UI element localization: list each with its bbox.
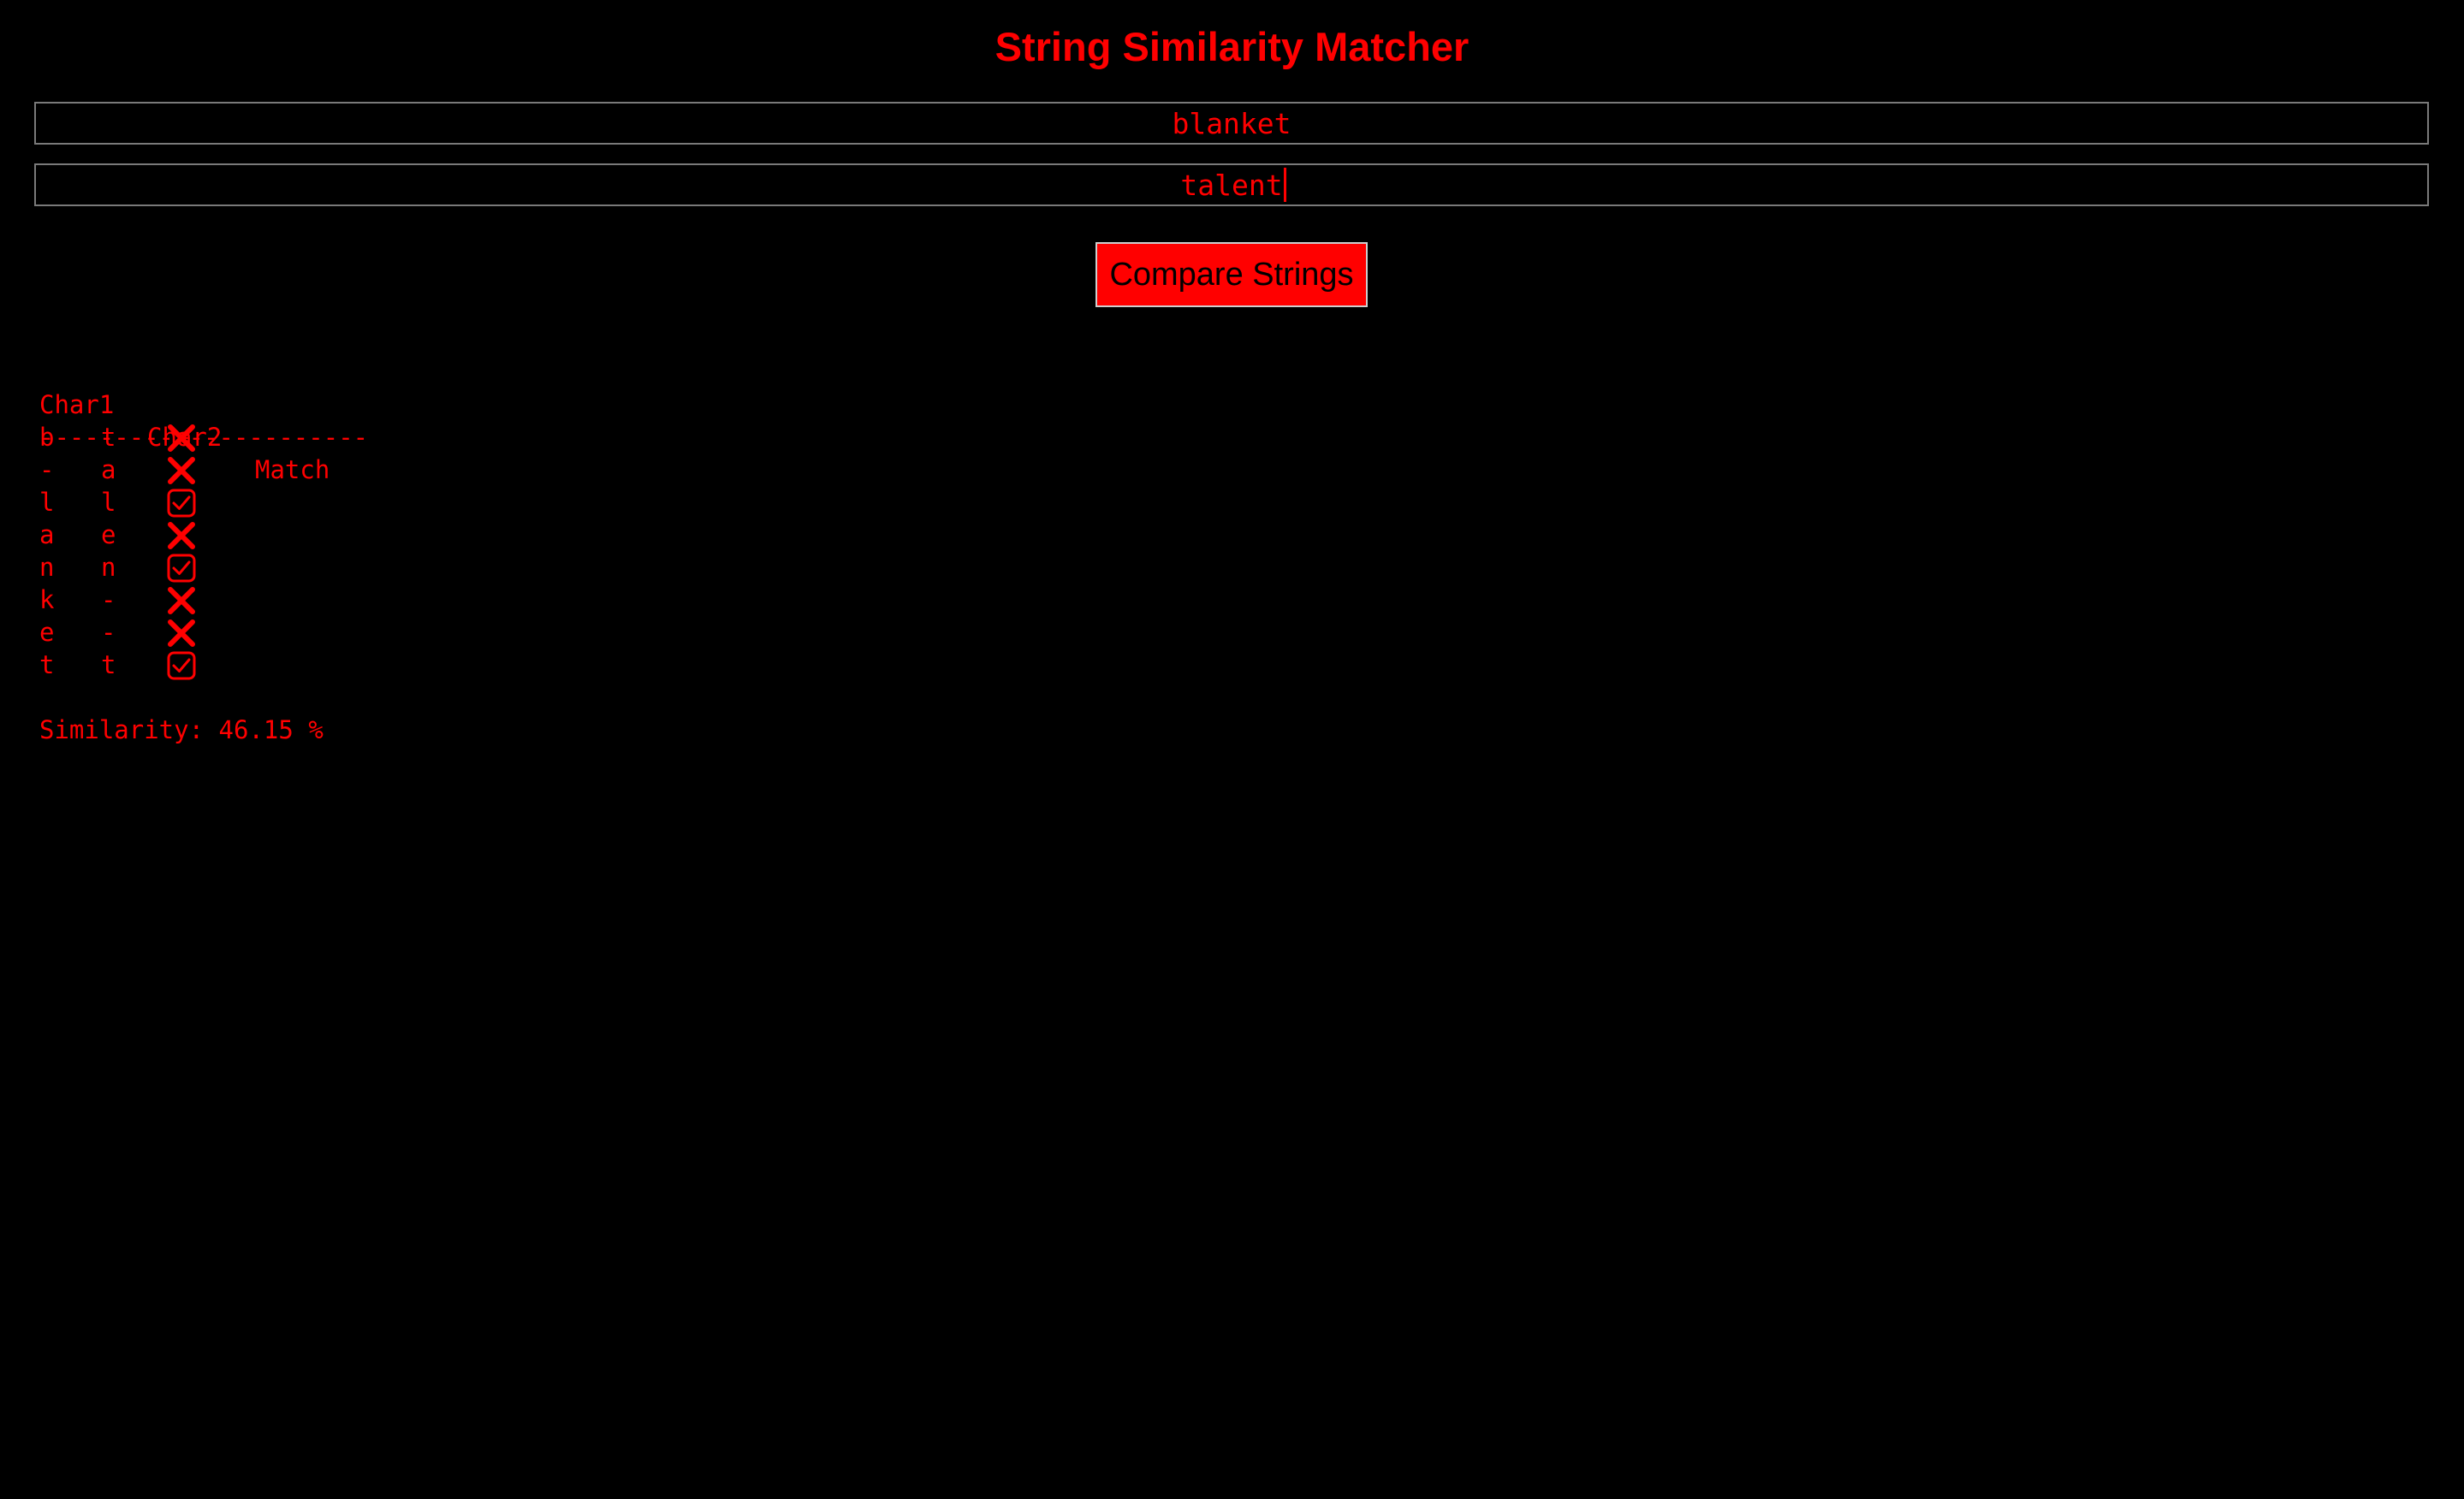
results-header: Char1 Char2 Match xyxy=(39,356,330,484)
cross-mark-icon xyxy=(166,619,197,648)
char1-cell: a xyxy=(39,520,55,549)
result-row: k- xyxy=(39,584,324,616)
char2-cell: t xyxy=(101,423,116,452)
cross-mark-icon xyxy=(166,424,197,453)
check-box-icon xyxy=(166,554,197,583)
char2-cell: n xyxy=(101,553,116,582)
check-box-icon xyxy=(166,651,197,680)
string2-input[interactable] xyxy=(34,163,2429,206)
char1-cell: e xyxy=(39,618,55,647)
result-row: bt xyxy=(39,421,324,453)
cross-mark-icon xyxy=(166,456,197,485)
result-row: ae xyxy=(39,518,324,551)
result-row: e- xyxy=(39,616,324,649)
string1-input[interactable] xyxy=(34,102,2429,145)
similarity-value: 46.15 xyxy=(218,715,294,744)
char1-cell: k xyxy=(39,585,55,614)
char1-cell: b xyxy=(39,423,55,452)
similarity-summary: Similarity: 46.15 % xyxy=(39,714,324,746)
results-divider-row: ---------------------- xyxy=(39,388,368,452)
char1-cell: n xyxy=(39,553,55,582)
cross-mark-icon xyxy=(166,521,197,550)
char1-cell: - xyxy=(39,455,55,484)
result-row: ll xyxy=(39,486,324,518)
result-row: -a xyxy=(39,453,324,486)
char1-cell: l xyxy=(39,488,55,517)
check-box-icon xyxy=(166,489,197,518)
text-cursor xyxy=(1284,168,1286,202)
similarity-label: Similarity: xyxy=(39,715,205,744)
char2-cell: - xyxy=(101,585,116,614)
comparison-results: Char1 Char2 Match ----------------------… xyxy=(39,356,368,746)
result-rows: bt-allaennk-e-tt xyxy=(39,421,324,681)
char2-cell: t xyxy=(101,650,116,679)
result-row: nn xyxy=(39,551,324,584)
cross-mark-icon xyxy=(166,586,197,615)
page-title: String Similarity Matcher xyxy=(995,24,1469,69)
char2-cell: - xyxy=(101,618,116,647)
result-row: tt xyxy=(39,649,324,681)
compare-strings-button[interactable]: Compare Strings xyxy=(1095,242,1368,307)
similarity-unit: % xyxy=(308,715,324,744)
char2-cell: l xyxy=(101,488,116,517)
char1-cell: t xyxy=(39,650,55,679)
char2-cell: a xyxy=(101,455,116,484)
char2-cell: e xyxy=(101,520,116,549)
